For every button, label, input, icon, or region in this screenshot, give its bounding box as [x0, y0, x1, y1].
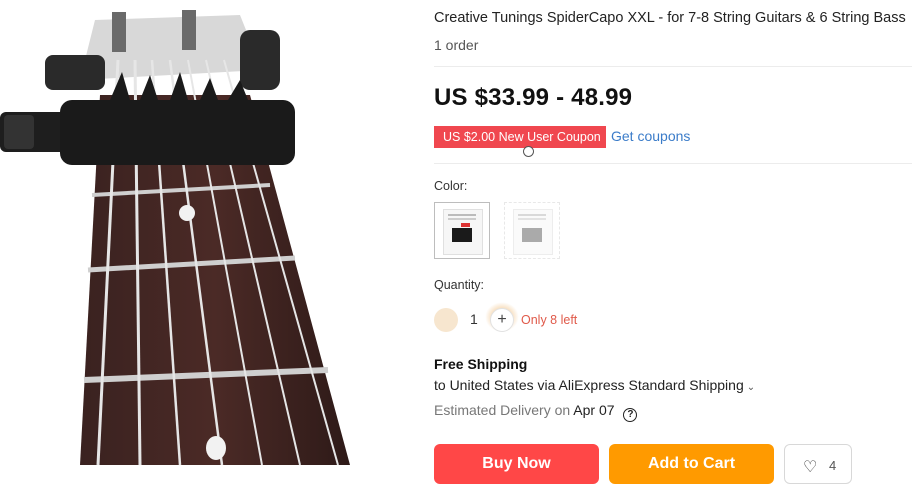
get-coupons-link[interactable]: Get coupons	[611, 128, 690, 144]
stock-note: Only 8 left	[521, 313, 578, 327]
divider	[434, 163, 912, 164]
color-swatch-2[interactable]	[504, 202, 560, 259]
wishlist-count: 4	[829, 458, 837, 473]
cursor-icon	[523, 146, 534, 157]
quantity-increase-button[interactable]: +	[490, 308, 514, 332]
shipping-title: Free Shipping	[434, 356, 528, 372]
quantity-label: Quantity:	[434, 278, 485, 292]
estimated-delivery: Estimated Delivery on Apr 07 ?	[434, 402, 638, 422]
quantity-decrease-button[interactable]	[434, 308, 458, 332]
color-swatch-1[interactable]	[434, 202, 490, 259]
color-label: Color:	[434, 179, 468, 193]
chevron-down-icon: ⌄	[746, 382, 756, 393]
wishlist-button[interactable]: ♡ 4	[784, 444, 852, 484]
coupon-badge[interactable]: US $2.00 New User Coupon	[434, 126, 606, 148]
shipping-method-text: to United States via AliExpress Standard…	[434, 377, 744, 393]
product-image[interactable]	[0, 0, 395, 465]
price: US $33.99 - 48.99	[434, 84, 633, 111]
guitar-capo-illustration	[0, 10, 350, 465]
buy-now-button[interactable]: Buy Now	[434, 444, 599, 484]
help-icon[interactable]: ?	[623, 408, 638, 422]
product-info: Creative Tunings SpiderCapo XXL - for 7-…	[434, 0, 912, 484]
quantity-value[interactable]: 1	[470, 311, 478, 327]
delivery-date: Apr 07	[573, 402, 615, 418]
order-count: 1 order	[434, 37, 479, 53]
product-title: Creative Tunings SpiderCapo XXL - for 7-…	[434, 10, 906, 26]
shipping-method-selector[interactable]: to United States via AliExpress Standard…	[434, 377, 755, 393]
heart-icon: ♡	[803, 459, 818, 476]
add-to-cart-button[interactable]: Add to Cart	[609, 444, 774, 484]
delivery-label: Estimated Delivery on	[434, 402, 571, 418]
divider	[434, 66, 912, 67]
